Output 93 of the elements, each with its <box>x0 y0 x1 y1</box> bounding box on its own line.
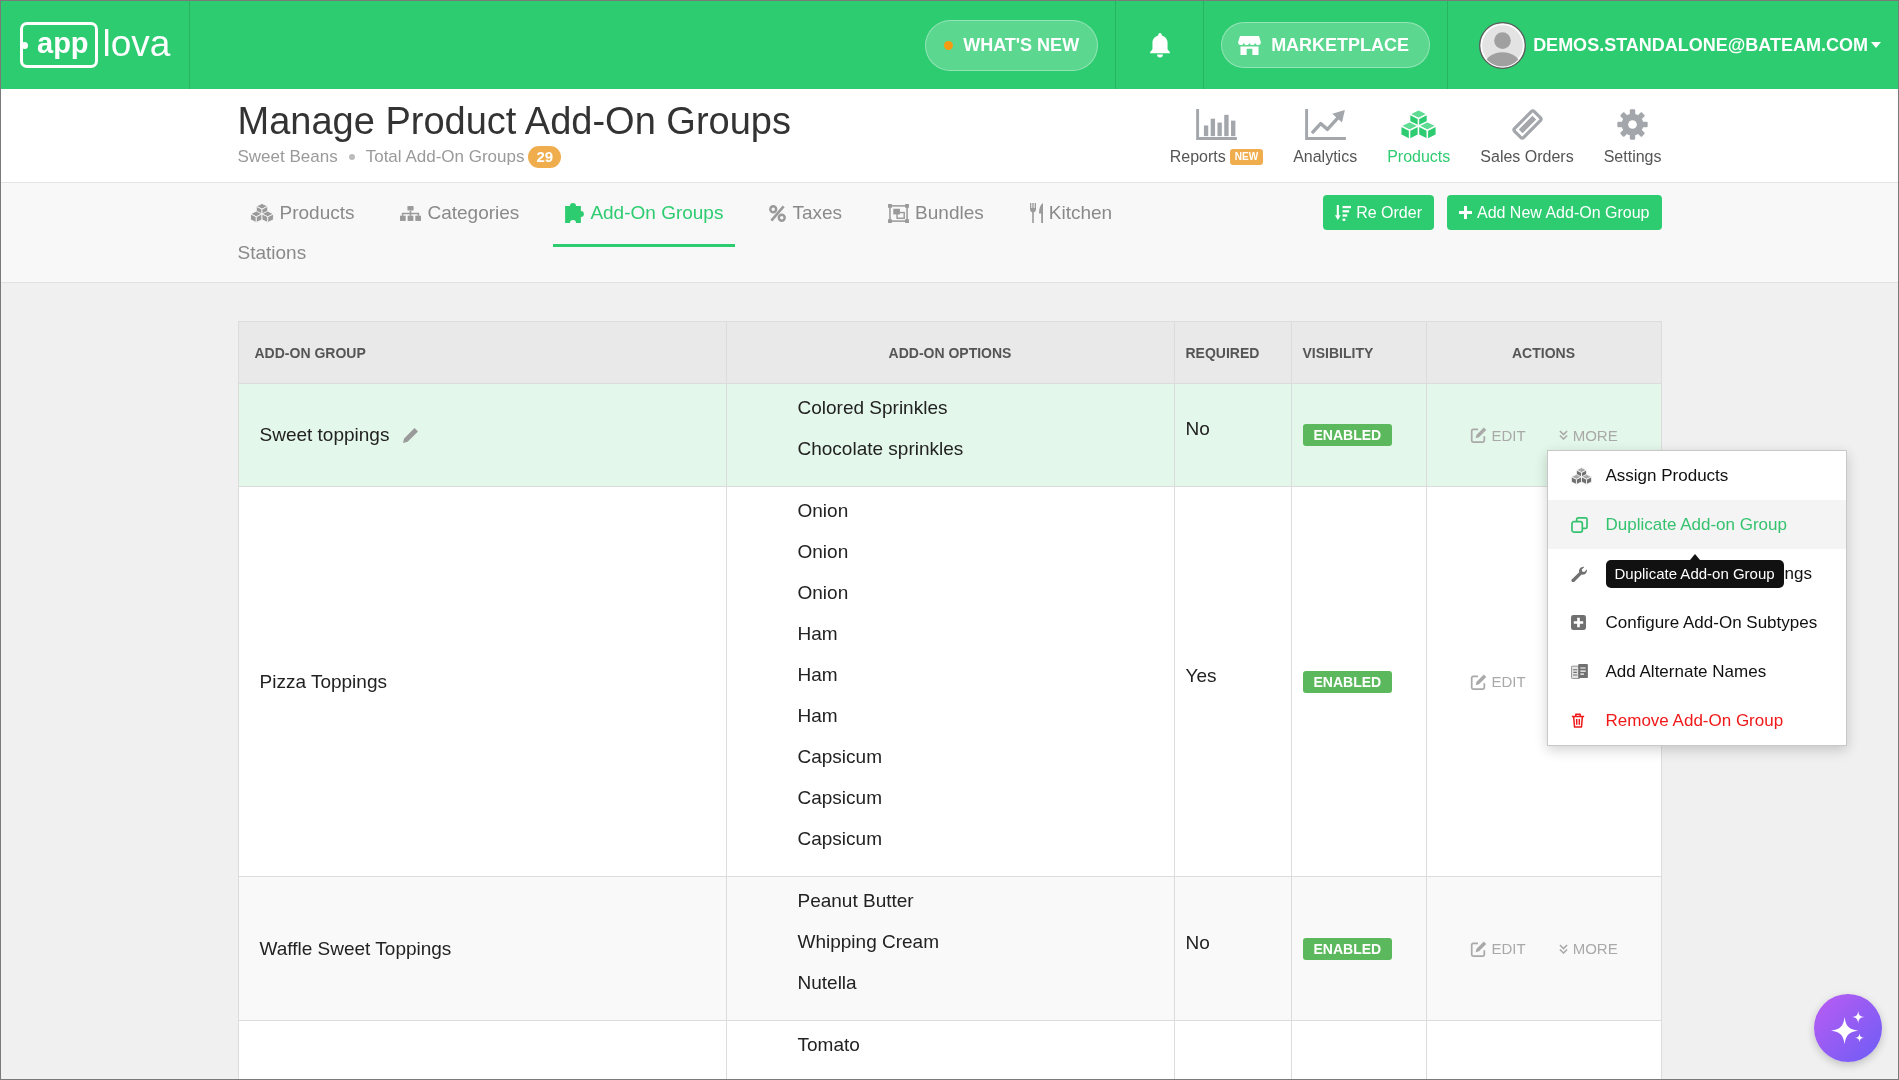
reorder-button[interactable]: Re Order <box>1323 195 1434 230</box>
store-name: Sweet Beans <box>237 146 338 168</box>
option-text: Colored Sprinkles <box>797 396 948 420</box>
marketplace-button[interactable]: MARKETPLACE <box>1221 22 1431 68</box>
store-icon <box>1238 35 1262 55</box>
option-text: Peanut Butter <box>797 889 914 913</box>
bar-chart-icon <box>1195 109 1237 140</box>
nav-link[interactable]: Sales Orders <box>1480 109 1574 168</box>
more-link[interactable]: MORE <box>1558 940 1618 957</box>
tooltip: Duplicate Add-on Group <box>1605 553 1784 588</box>
status-badge: ENABLED <box>1302 937 1393 960</box>
group-name: Sweet toppings <box>259 424 390 446</box>
line-chart-icon <box>1304 109 1346 140</box>
required-value: No <box>1185 931 1210 954</box>
percent-icon <box>769 204 787 222</box>
option-text: Nutella <box>797 971 857 995</box>
sparkle-icon <box>1831 1011 1865 1045</box>
edit-link[interactable]: EDIT <box>1469 940 1526 957</box>
group-name: Pizza Toppings <box>259 670 387 693</box>
edit-icon <box>1469 940 1487 957</box>
pencil-icon <box>403 427 419 443</box>
edit-link[interactable]: EDIT <box>1469 673 1526 690</box>
option-text: Capsicum <box>797 745 882 769</box>
option-text: Ham <box>797 704 838 728</box>
count-badge: 29 <box>528 146 562 168</box>
menu-item[interactable]: Configure Add-On Subtypes <box>1547 598 1846 647</box>
nav-link[interactable]: Reports NEW <box>1169 109 1264 168</box>
logo-wordmark[interactable]: lova <box>102 24 171 66</box>
add-button[interactable]: Add New Add-On Group <box>1446 195 1662 230</box>
cutlery-icon <box>1029 203 1043 223</box>
cubes-icon <box>249 203 274 223</box>
option-text: Whipping Cream <box>797 930 939 954</box>
column-header: ADD-ON OPTIONS <box>888 344 1012 361</box>
option-text: Chocolate sprinkles <box>797 437 964 461</box>
nav-link[interactable]: Products <box>1387 109 1451 168</box>
more-link[interactable]: MORE <box>1558 426 1618 444</box>
column-header: ADD-ON GROUP <box>254 344 366 361</box>
trash-icon <box>1570 713 1585 728</box>
edit-icon <box>1469 427 1487 443</box>
column-header: ACTIONS <box>1512 344 1575 361</box>
nav-link[interactable]: Settings <box>1603 109 1662 168</box>
bullet-icon <box>348 154 355 160</box>
column-header: VISIBILITY <box>1302 344 1374 361</box>
option-text: Tomato <box>797 1033 860 1057</box>
menu-item[interactable]: Add Alternate Names <box>1547 647 1846 696</box>
option-text: Onion <box>797 499 849 523</box>
new-badge: NEW <box>1229 149 1264 165</box>
edit-link[interactable]: EDIT <box>1469 426 1526 444</box>
object-group-icon <box>888 203 910 223</box>
logo-badge[interactable]: app <box>20 22 98 68</box>
group-name: Waffle Sweet Toppings <box>259 937 452 960</box>
settings-icon <box>1617 109 1649 140</box>
tab[interactable]: Kitchen <box>1017 187 1125 247</box>
cubes-icon <box>1400 109 1438 140</box>
tab[interactable]: Categories <box>388 187 532 247</box>
ticket-icon <box>1511 109 1543 140</box>
plus-icon <box>1458 206 1472 219</box>
option-text: Capsicum <box>797 786 882 810</box>
double-chevron-down-icon <box>1558 430 1568 440</box>
menu-item[interactable]: Remove Add-On Group <box>1547 696 1846 745</box>
cubes-icon <box>1570 466 1592 485</box>
option-text: Onion <box>797 581 849 605</box>
whats-new-button[interactable]: WHAT'S NEW <box>925 19 1099 71</box>
menu-item[interactable]: Assign Products <box>1547 451 1846 500</box>
status-badge: ENABLED <box>1302 670 1393 693</box>
option-text: Ham <box>797 622 838 646</box>
option-text: Capsicum <box>797 827 882 851</box>
edit-icon <box>1469 673 1487 690</box>
tab[interactable]: Bundles <box>876 187 996 247</box>
tab[interactable]: Add-On Groups <box>553 187 736 247</box>
total-label: Total Add-On Groups <box>365 146 525 168</box>
nav-link[interactable]: Analytics <box>1293 109 1358 168</box>
option-text: Onion <box>797 540 849 564</box>
hierarchy-icon <box>400 205 422 221</box>
menu-item[interactable]: ngs <box>1784 563 1813 584</box>
status-badge: ENABLED <box>1302 424 1393 446</box>
caret-down-icon <box>1871 42 1881 48</box>
tab[interactable]: Taxes <box>757 187 855 247</box>
required-value: Yes <box>1185 664 1217 687</box>
sort-icon <box>1335 204 1352 221</box>
copy-icon <box>1570 516 1588 533</box>
puzzle-icon <box>565 203 585 223</box>
menu-item[interactable]: Duplicate Add-on Group <box>1547 500 1846 549</box>
required-value: No <box>1185 418 1210 440</box>
option-text: Ham <box>797 663 838 687</box>
double-chevron-down-icon <box>1558 943 1568 954</box>
column-header: REQUIRED <box>1185 344 1260 361</box>
page-title: Manage Product Add-On Groups <box>237 99 791 143</box>
documents-icon <box>1570 664 1588 679</box>
avatar-icon[interactable] <box>1479 21 1527 69</box>
wrench-icon <box>1570 565 1587 582</box>
user-menu[interactable]: DEMOS.STANDALONE@BATEAM.COM <box>1533 34 1881 56</box>
plus-square-icon <box>1570 615 1586 630</box>
